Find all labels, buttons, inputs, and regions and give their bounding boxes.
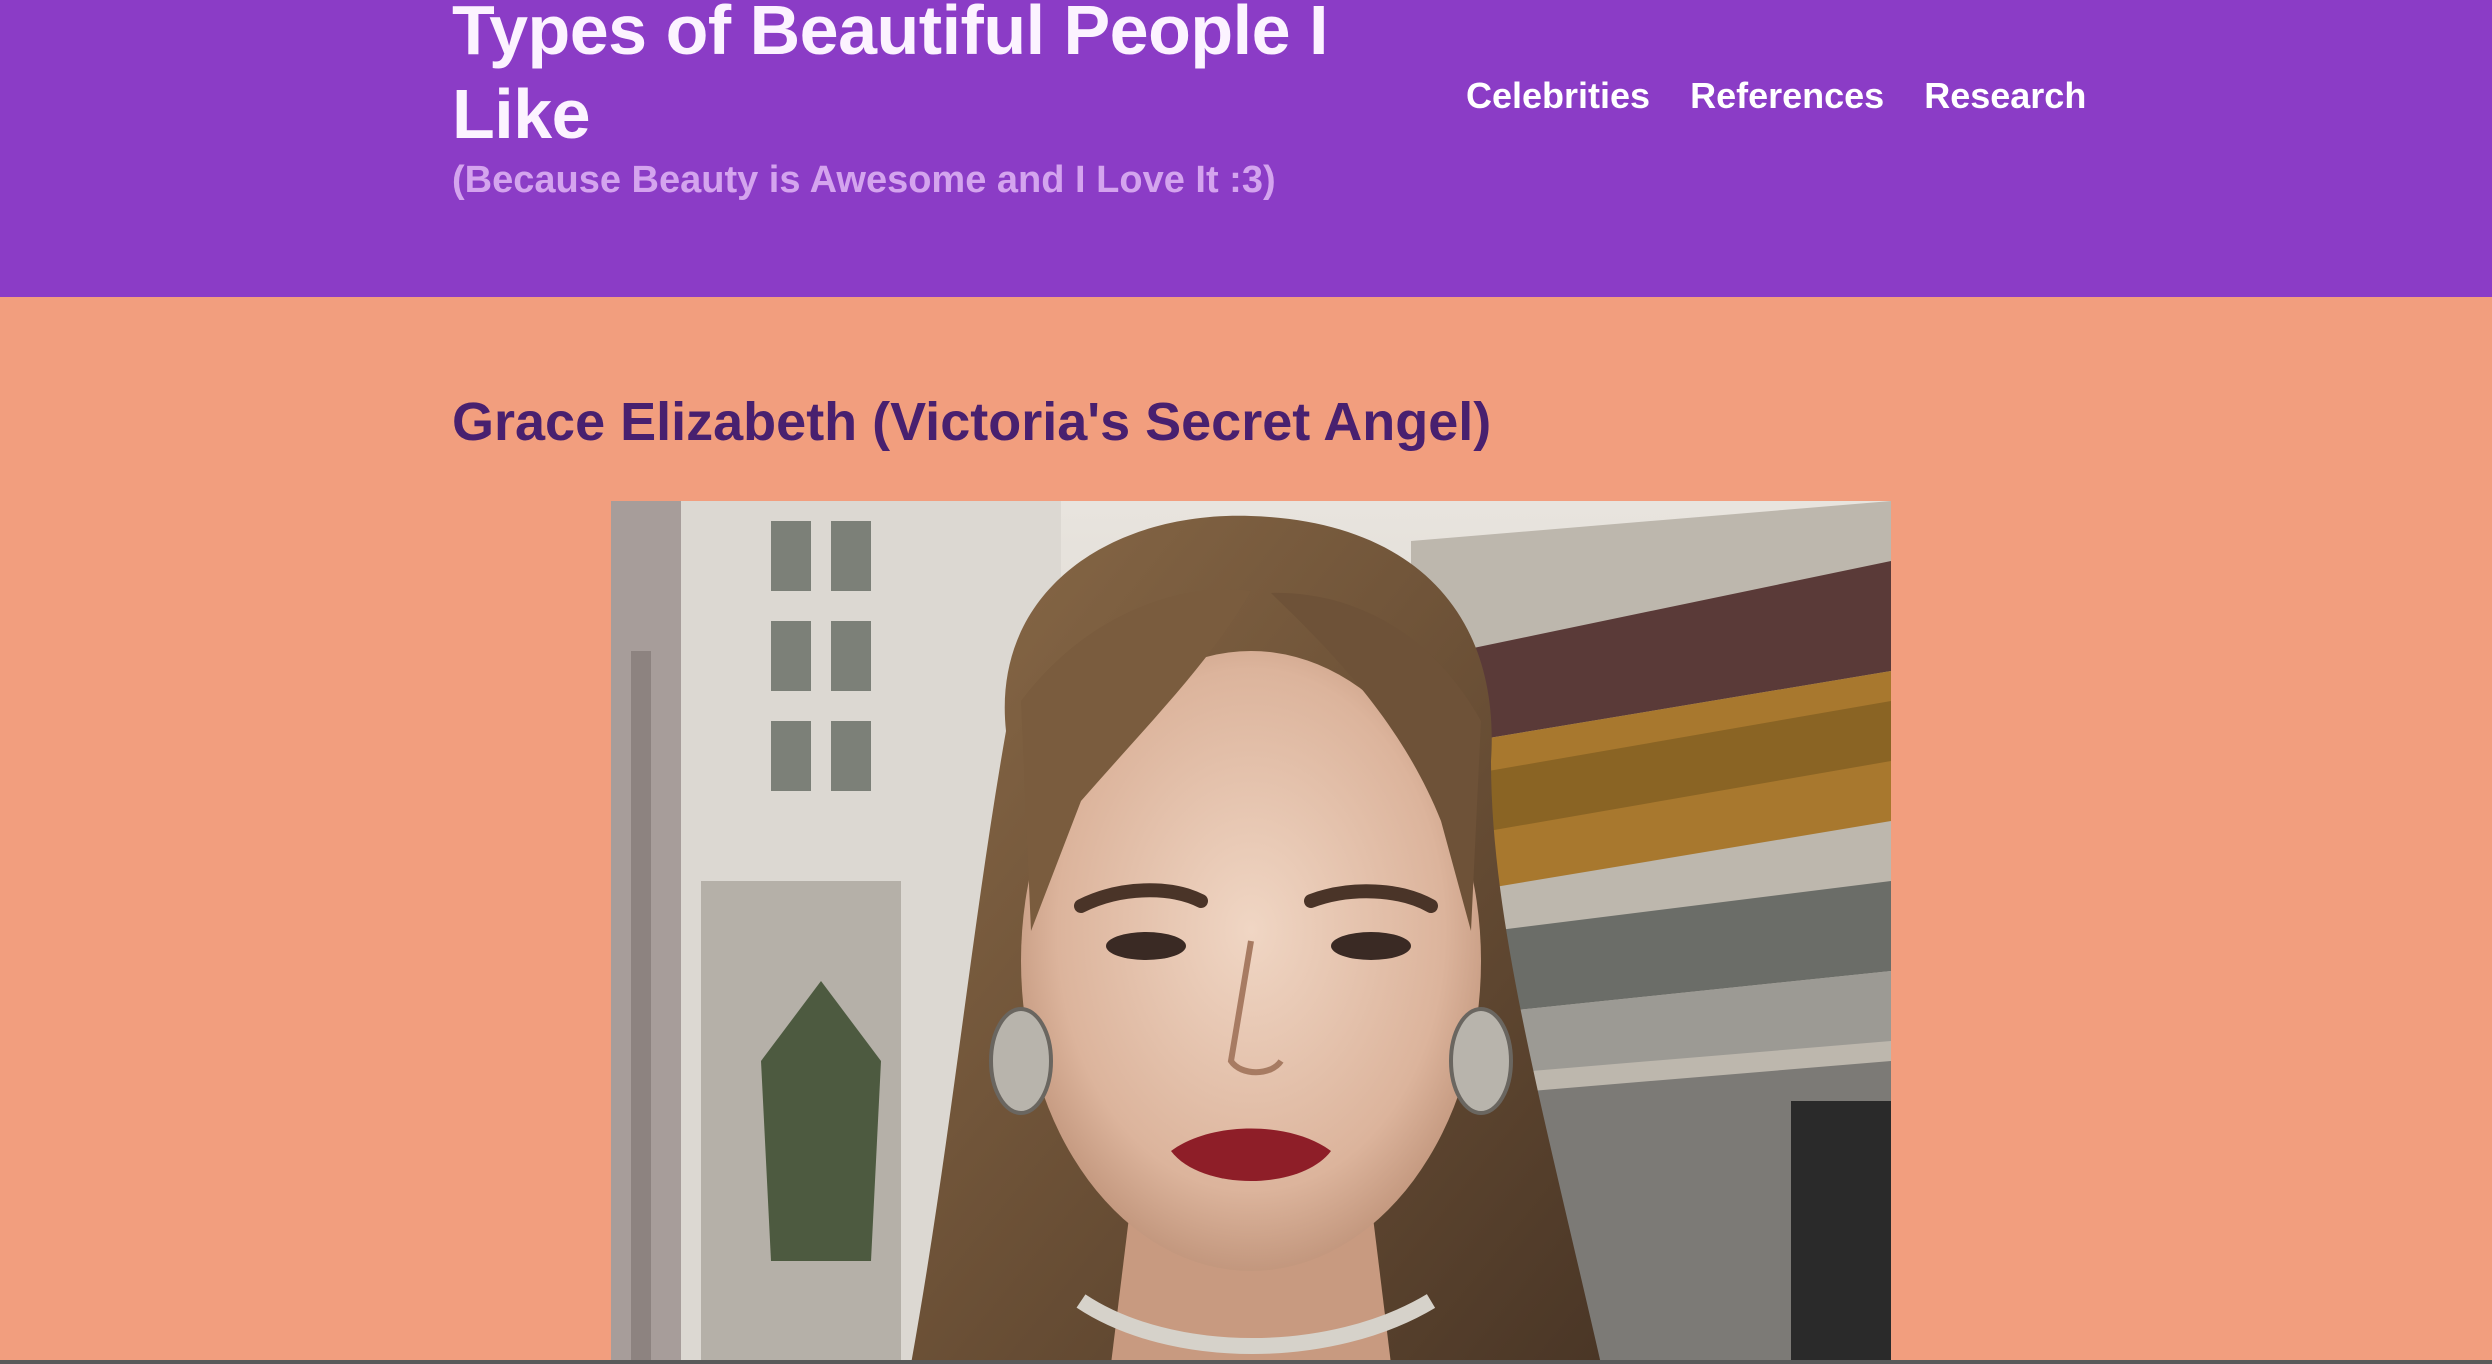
site-header: Types of Beautiful People I Like (Becaus… (0, 0, 2492, 297)
nav-link-references[interactable]: References (1690, 70, 1884, 122)
nav-link-research[interactable]: Research (1924, 70, 2086, 122)
nav-link-celebrities[interactable]: Celebrities (1466, 70, 1650, 122)
main-nav: Celebrities References Research (1466, 70, 2126, 122)
portrait-photo (611, 501, 1891, 1364)
site-title: Types of Beautiful People I Like (452, 0, 1328, 153)
portrait-photo-illustration (611, 501, 1891, 1364)
window-bottom-edge (0, 1360, 2492, 1364)
page-heading: Grace Elizabeth (Victoria's Secret Angel… (452, 392, 1492, 452)
site-subtitle: (Because Beauty is Awesome and I Love It… (452, 159, 1276, 201)
